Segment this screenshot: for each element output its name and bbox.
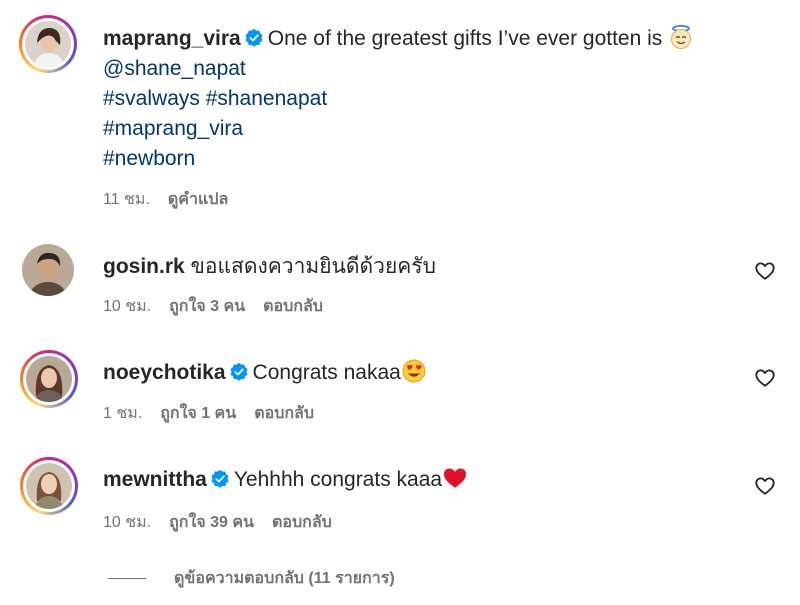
comment-2-reply-button[interactable]: ตอบกลับ: [254, 405, 314, 422]
avatar-mewnittha[interactable]: [20, 457, 78, 515]
heart-eyes-face-emoji-icon: [401, 358, 427, 393]
view-replies-button[interactable]: ดูข้อความตอบกลับ (11 รายการ): [108, 566, 395, 591]
caption-hashtags-line[interactable]: #svalways #shanenapat: [103, 84, 327, 114]
divider-line: [108, 578, 146, 579]
comment-3-meta: 10 ชม. ถูกใจ 39 คน ตอบกลับ: [103, 510, 350, 535]
caption-time[interactable]: 11 ชม.: [103, 191, 150, 208]
avatar-gosin-rk[interactable]: [22, 244, 74, 296]
comment-3-username[interactable]: mewnittha: [103, 468, 207, 491]
like-heart-icon[interactable]: [754, 475, 776, 497]
caption-hashtag-maprang[interactable]: #maprang_vira: [103, 114, 243, 144]
comment-2-likes[interactable]: ถูกใจ 1 คน: [160, 405, 236, 422]
comment-2-meta: 1 ชม. ถูกใจ 1 คน ตอบกลับ: [103, 401, 332, 426]
comment-3-likes[interactable]: ถูกใจ 39 คน: [169, 514, 254, 531]
caption-text: One of the greatest gifts I’ve ever gott…: [267, 27, 663, 50]
comment-1-line: gosin.rk ขอแสดงความยินดีด้วยครับ: [103, 252, 436, 282]
comment-1-time[interactable]: 10 ชม.: [103, 298, 151, 315]
comment-1-reply-button[interactable]: ตอบกลับ: [263, 298, 323, 315]
caption-meta: 11 ชม. ดูคำแปล: [103, 187, 246, 212]
comment-1-meta: 10 ชม. ถูกใจ 3 คน ตอบกลับ: [103, 294, 341, 319]
like-heart-icon[interactable]: [754, 367, 776, 389]
comment-2-text: Congrats nakaa: [252, 361, 401, 384]
comment-3-text: Yehhhh congrats kaaa: [233, 468, 443, 491]
comment-3-time[interactable]: 10 ชม.: [103, 514, 151, 531]
caption-mention[interactable]: @shane_napat: [103, 54, 246, 84]
caption-hashtag-newborn[interactable]: #newborn: [103, 144, 195, 174]
comment-2-username[interactable]: noeychotika: [103, 361, 226, 384]
avatar-maprang-vira[interactable]: [19, 15, 77, 73]
comment-1-username[interactable]: gosin.rk: [103, 255, 185, 278]
red-heart-emoji-icon: [442, 465, 468, 500]
comment-2-time[interactable]: 1 ชม.: [103, 405, 142, 422]
comment-1-text: ขอแสดงความยินดีด้วยครับ: [190, 255, 436, 278]
caption-username[interactable]: maprang_vira: [103, 27, 241, 50]
view-replies-label: ดูข้อความตอบกลับ (11 รายการ): [174, 570, 395, 587]
see-translation-link[interactable]: ดูคำแปล: [168, 191, 228, 208]
comment-3-line: mewnittha Yehhhh congrats kaaa: [103, 465, 468, 500]
angel-face-emoji-icon: [668, 24, 694, 59]
avatar-noeychotika[interactable]: [20, 350, 78, 408]
verified-badge-icon: [210, 468, 230, 488]
comment-1-likes[interactable]: ถูกใจ 3 คน: [169, 298, 245, 315]
verified-badge-icon: [229, 361, 249, 381]
like-heart-icon[interactable]: [754, 260, 776, 282]
comment-2-line: noeychotika Congrats nakaa: [103, 358, 427, 393]
verified-badge-icon: [244, 27, 264, 47]
comment-3-reply-button[interactable]: ตอบกลับ: [272, 514, 332, 531]
